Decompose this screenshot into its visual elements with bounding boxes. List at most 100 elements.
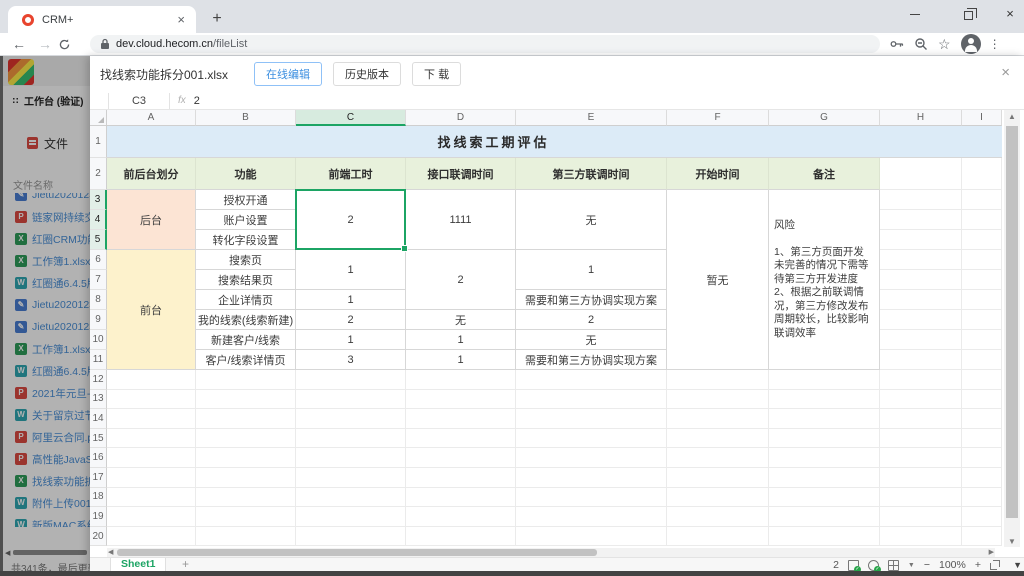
cell-I6[interactable]	[962, 250, 1002, 270]
cell-I4[interactable]	[962, 210, 1002, 230]
url-field[interactable]: dev.cloud.hecom.cn/fileList	[90, 35, 880, 53]
cell-F17[interactable]	[667, 468, 769, 488]
cell-A12[interactable]	[107, 370, 196, 390]
cell-I13[interactable]	[962, 390, 1002, 410]
cell-C6[interactable]: 1	[296, 250, 406, 290]
cell-G12[interactable]	[769, 370, 880, 390]
cell-A16[interactable]	[107, 448, 196, 468]
cell-A13[interactable]	[107, 390, 196, 410]
fullscreen-icon[interactable]	[990, 560, 1000, 570]
cell-G2[interactable]: 备注	[769, 158, 880, 190]
cell-G3[interactable]: 风险 1、第三方页面开发未完善的情况下需等待第三方开发进度 2、根据之前联调情况…	[769, 190, 880, 370]
cell-G14[interactable]	[769, 409, 880, 429]
cell-F12[interactable]	[667, 370, 769, 390]
row-header-2[interactable]: 2	[90, 158, 107, 190]
window-restore-button[interactable]	[948, 0, 988, 30]
row-header-17[interactable]: 17	[90, 468, 107, 488]
col-header-E[interactable]: E	[516, 110, 667, 126]
select-all-corner[interactable]	[90, 110, 107, 126]
cell-H17[interactable]	[880, 468, 962, 488]
col-header-B[interactable]: B	[196, 110, 296, 126]
cell-E18[interactable]	[516, 488, 667, 508]
cell-I5[interactable]	[962, 230, 1002, 250]
cell-B18[interactable]	[196, 488, 296, 508]
row-header-9[interactable]: 9	[90, 310, 107, 330]
cell-A17[interactable]	[107, 468, 196, 488]
window-minimize-button[interactable]	[895, 0, 935, 30]
cell-C2[interactable]: 前端工时	[296, 158, 406, 190]
cell-G17[interactable]	[769, 468, 880, 488]
cell-D13[interactable]	[406, 390, 516, 410]
cell-B17[interactable]	[196, 468, 296, 488]
zoom-level[interactable]: 100%	[939, 559, 966, 571]
cell-A19[interactable]	[107, 507, 196, 527]
cell-E11[interactable]: 需要和第三方协调实现方案	[516, 350, 667, 370]
browser-tab[interactable]: CRM+ ×	[8, 6, 196, 33]
cell-D15[interactable]	[406, 429, 516, 449]
vscroll-thumb[interactable]	[1006, 126, 1018, 518]
row-header-19[interactable]: 19	[90, 507, 107, 527]
cell-A15[interactable]	[107, 429, 196, 449]
history-version-button[interactable]: 历史版本	[333, 62, 401, 86]
cell-C20[interactable]	[296, 527, 406, 547]
cell-I16[interactable]	[962, 448, 1002, 468]
cell-H20[interactable]	[880, 527, 962, 547]
cell-D14[interactable]	[406, 409, 516, 429]
cell-E15[interactable]	[516, 429, 667, 449]
cell-H1[interactable]	[880, 126, 1002, 158]
cell-H19[interactable]	[880, 507, 962, 527]
cell-A3[interactable]: 后台	[107, 190, 196, 250]
cell-C9[interactable]: 2	[296, 310, 406, 330]
cell-H10[interactable]	[880, 330, 962, 350]
cell-F14[interactable]	[667, 409, 769, 429]
cell-H4[interactable]	[880, 210, 962, 230]
cell-I18[interactable]	[962, 488, 1002, 508]
cell-E14[interactable]	[516, 409, 667, 429]
row-header-7[interactable]: 7	[90, 270, 107, 290]
cell-H14[interactable]	[880, 409, 962, 429]
new-tab-button[interactable]: +	[206, 8, 228, 30]
cell-E17[interactable]	[516, 468, 667, 488]
row-header-6[interactable]: 6	[90, 250, 107, 270]
cell-G20[interactable]	[769, 527, 880, 547]
cell-A14[interactable]	[107, 409, 196, 429]
cell-I7[interactable]	[962, 270, 1002, 290]
browser-menu-icon[interactable]: ⋮	[989, 37, 1001, 51]
cell-C19[interactable]	[296, 507, 406, 527]
cell-D3[interactable]: 1111	[406, 190, 516, 250]
row-header-15[interactable]: 15	[90, 429, 107, 449]
cell-H11[interactable]	[880, 350, 962, 370]
cell-G16[interactable]	[769, 448, 880, 468]
cell-C14[interactable]	[296, 409, 406, 429]
refresh-icon[interactable]	[58, 38, 84, 51]
cell-I3[interactable]	[962, 190, 1002, 210]
col-header-C[interactable]: C	[296, 110, 406, 126]
cell-B15[interactable]	[196, 429, 296, 449]
hscroll-thumb[interactable]	[117, 549, 597, 556]
cell-H9[interactable]	[880, 310, 962, 330]
row-header-14[interactable]: 14	[90, 409, 107, 429]
col-header-I[interactable]: I	[962, 110, 1002, 126]
row-header-3[interactable]: 3	[90, 190, 107, 210]
sheet-vscrollbar[interactable]: ▲ ▼	[1004, 110, 1020, 547]
col-header-A[interactable]: A	[107, 110, 196, 126]
cell-A20[interactable]	[107, 527, 196, 547]
cell-B5[interactable]: 转化字段设置	[196, 230, 296, 250]
cell-I17[interactable]	[962, 468, 1002, 488]
cell-D6[interactable]: 2	[406, 250, 516, 310]
scroll-left-icon[interactable]: ◀	[108, 548, 113, 556]
cell-C11[interactable]: 3	[296, 350, 406, 370]
row-header-16[interactable]: 16	[90, 448, 107, 468]
bookmark-star-icon[interactable]: ☆	[938, 36, 951, 53]
cell-D19[interactable]	[406, 507, 516, 527]
cell-E2[interactable]: 第三方联调时间	[516, 158, 667, 190]
cell-H15[interactable]	[880, 429, 962, 449]
cell-C12[interactable]	[296, 370, 406, 390]
name-box[interactable]: C3	[108, 93, 170, 109]
cell-A18[interactable]	[107, 488, 196, 508]
cell-H6[interactable]	[880, 250, 962, 270]
cell-C3[interactable]: 2	[296, 190, 406, 250]
row-header-1[interactable]: 1	[90, 126, 107, 158]
cell-D10[interactable]: 1	[406, 330, 516, 350]
cell-B11[interactable]: 客户/线索详情页	[196, 350, 296, 370]
